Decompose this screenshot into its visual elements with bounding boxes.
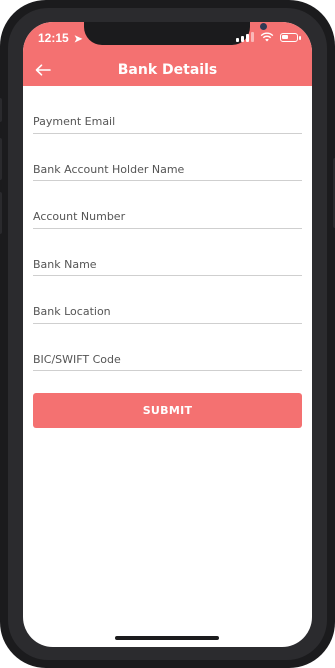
app-screen: 12:15 ➤ Bank Details Payment Email Bank … <box>23 22 312 647</box>
location-arrow-icon: ➤ <box>74 34 83 45</box>
form-field <box>33 276 302 324</box>
app-header: 12:15 ➤ Bank Details <box>23 22 312 86</box>
bank-details-form <box>33 86 302 371</box>
bank-location-input[interactable] <box>33 301 302 322</box>
status-icons <box>236 31 301 43</box>
home-indicator[interactable] <box>115 636 219 640</box>
volume-down-button <box>0 192 2 234</box>
battery-icon <box>280 32 301 42</box>
page-title: Bank Details <box>117 62 218 78</box>
camera-icon <box>260 23 267 30</box>
form-field <box>33 181 302 229</box>
cellular-signal-icon <box>236 32 254 42</box>
form-field <box>33 134 302 181</box>
wifi-icon <box>260 32 274 42</box>
status-bar-time: 12:15 ➤ <box>38 31 82 45</box>
account-number-input[interactable] <box>33 206 302 227</box>
form-field <box>33 86 302 134</box>
bic-swift-code-input[interactable] <box>33 349 302 369</box>
form-field <box>33 229 302 276</box>
form-field <box>33 324 302 371</box>
notch <box>84 22 267 45</box>
bank-account-holder-name-input[interactable] <box>33 159 302 179</box>
submit-button[interactable]: SUBMIT <box>33 393 302 428</box>
status-time-text: 12:15 <box>38 31 69 45</box>
payment-email-input[interactable] <box>33 111 302 132</box>
volume-up-button <box>0 138 2 180</box>
bank-name-input[interactable] <box>33 254 302 274</box>
mute-switch <box>0 98 2 122</box>
